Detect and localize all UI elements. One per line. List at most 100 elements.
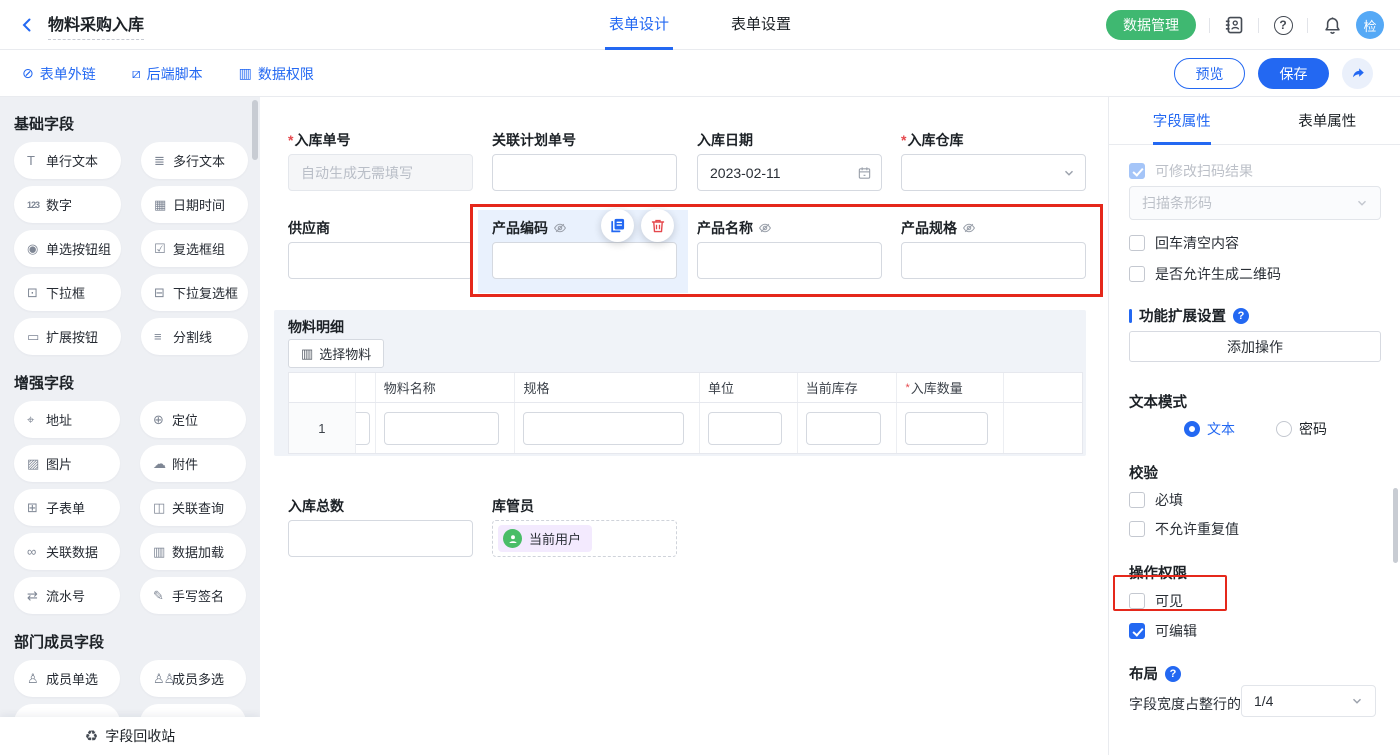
tab-form-design[interactable]: 表单设计 — [605, 0, 673, 50]
sidebar-item-checkbox-group[interactable]: ☑复选框组 — [141, 230, 248, 267]
clipped-cell-input[interactable] — [356, 412, 370, 445]
inbound-no-input — [288, 154, 473, 191]
add-action-button[interactable]: 添加操作 — [1129, 331, 1381, 362]
inbound-qty-input[interactable] — [905, 412, 988, 445]
sidebar-item-radio-group[interactable]: ◉单选按钮组 — [14, 230, 121, 267]
sidebar-item-location[interactable]: ⊕定位 — [140, 401, 246, 438]
sidebar-item-image[interactable]: ▨图片 — [14, 445, 120, 482]
product-spec-input[interactable] — [901, 242, 1086, 279]
tab-form-properties[interactable]: 表单属性 — [1255, 97, 1400, 144]
sidebar-item-address[interactable]: ⌖地址 — [14, 401, 120, 438]
sidebar-item-attachment[interactable]: ☁附件 — [140, 445, 246, 482]
sidebar-item-multi-select[interactable]: ⊟下拉复选框 — [141, 274, 248, 311]
sidebar-item-single-line-text[interactable]: T单行文本 — [14, 142, 121, 179]
checkbox-editable[interactable] — [1129, 623, 1145, 639]
sidebar-item-linked-data[interactable]: ∞关联数据 — [14, 533, 120, 570]
spec-input[interactable] — [523, 412, 684, 445]
subform-title: 物料明细 — [288, 317, 344, 337]
section-permission: 操作权限 — [1129, 562, 1187, 583]
external-link-button[interactable]: ⊘ 表单外链 — [22, 64, 96, 84]
back-icon[interactable] — [18, 16, 36, 34]
warehouse-select[interactable] — [901, 154, 1086, 191]
field-warehouse: *入库仓库 — [901, 132, 1086, 191]
copy-icon — [609, 217, 626, 234]
checkbox-clear-on-enter[interactable] — [1129, 235, 1145, 251]
option-required[interactable]: 必填 — [1129, 490, 1183, 510]
radio-text-mode-text[interactable]: 文本 — [1184, 419, 1235, 439]
sidebar-item-multi-line-text[interactable]: ≣多行文本 — [141, 142, 248, 179]
sidebar-item-subform[interactable]: ⊞子表单 — [14, 489, 120, 526]
number-icon: 123 — [27, 200, 46, 210]
help-icon[interactable]: ? — [1165, 666, 1181, 682]
option-scan-result-editable: 可修改扫码结果 — [1129, 161, 1253, 181]
panel-scrollbar[interactable] — [1393, 488, 1398, 563]
option-visible[interactable]: 可见 — [1129, 591, 1183, 611]
section-layout: 布局 ? — [1129, 663, 1181, 684]
form-toolbar: ⊘ 表单外链 ⧄ 后端脚本 ▥ 数据权限 预览 保存 — [0, 50, 1400, 97]
unit-input[interactable] — [708, 412, 782, 445]
material-name-input[interactable] — [384, 412, 500, 445]
tab-form-settings[interactable]: 表单设置 — [727, 0, 795, 50]
sidebar-item-lookup-query[interactable]: ◫关联查询 — [140, 489, 246, 526]
sidebar-item-signature[interactable]: ✎手写签名 — [140, 577, 246, 614]
scan-type-select: 扫描条形码 — [1129, 186, 1381, 220]
image-icon: ▨ — [27, 456, 46, 472]
tab-field-properties[interactable]: 字段属性 — [1109, 97, 1255, 144]
eye-off-icon — [758, 221, 772, 235]
save-button[interactable]: 保存 — [1258, 58, 1329, 89]
section-extension-settings: 功能扩展设置 ? — [1129, 305, 1249, 326]
sidebar-item-extend-button[interactable]: ▭扩展按钮 — [14, 318, 121, 355]
plan-no-input[interactable] — [492, 154, 677, 191]
page-title[interactable]: 物料采购入库 — [48, 11, 144, 40]
backend-script-button[interactable]: ⧄ 后端脚本 — [132, 64, 203, 84]
preview-button[interactable]: 预览 — [1174, 58, 1245, 89]
sidebar-item-data-load[interactable]: ▥数据加载 — [140, 533, 246, 570]
product-code-input[interactable] — [492, 242, 677, 279]
section-title-enhanced-fields: 增强字段 — [14, 374, 246, 394]
sidebar-item-select[interactable]: ⊡下拉框 — [14, 274, 121, 311]
radio-text-mode-password[interactable]: 密码 — [1276, 419, 1327, 439]
chevron-down-icon — [1356, 197, 1368, 209]
data-permission-button[interactable]: ▥ 数据权限 — [239, 64, 314, 84]
link-data-icon: ∞ — [27, 544, 46, 559]
sidebar-item-number[interactable]: 123数字 — [14, 186, 121, 223]
field-recycle-bin-button[interactable]: ♻ 字段回收站 — [0, 717, 260, 755]
checkbox-required[interactable] — [1129, 492, 1145, 508]
sidebar-item-member-single[interactable]: ♙成员单选 — [14, 660, 120, 697]
trash-icon — [650, 218, 666, 234]
help-icon[interactable]: ? — [1233, 308, 1249, 324]
sidebar-item-member-multi[interactable]: ♙♙成员多选 — [140, 660, 246, 697]
field-width-select[interactable]: 1/4 — [1241, 685, 1376, 717]
property-panel: 字段属性 表单属性 可修改扫码结果 扫描条形码 回车清空内容 是否允许生成二维码… — [1108, 97, 1400, 755]
option-no-duplicate[interactable]: 不允许重复值 — [1129, 519, 1239, 539]
button-icon: ▭ — [27, 329, 46, 345]
checkbox-visible[interactable] — [1129, 593, 1145, 609]
select-material-button[interactable]: ▥ 选择物料 — [288, 339, 384, 368]
sidebar-scrollbar[interactable] — [252, 100, 258, 160]
keeper-member-field[interactable]: 当前用户 — [492, 520, 677, 557]
inbound-total-input[interactable] — [288, 520, 473, 557]
sidebar-item-serial-number[interactable]: ⇄流水号 — [14, 577, 120, 614]
contact-book-icon[interactable] — [1223, 14, 1245, 36]
field-product-spec: 产品规格 — [901, 220, 1086, 279]
delete-field-button[interactable] — [641, 209, 674, 242]
column-header: 规格 — [515, 373, 700, 402]
checkbox-allow-qrcode[interactable] — [1129, 266, 1145, 282]
copy-field-button[interactable] — [601, 209, 634, 242]
option-allow-qrcode[interactable]: 是否允许生成二维码 — [1129, 264, 1281, 284]
option-clear-on-enter[interactable]: 回车清空内容 — [1129, 233, 1239, 253]
subform-material-detail[interactable]: 物料明细 ▥ 选择物料 物料名称 规格 单位 当前库存 *入库数量 1 — [274, 310, 1086, 456]
option-editable[interactable]: 可编辑 — [1129, 621, 1197, 641]
sidebar-item-divider-line[interactable]: ≡分割线 — [141, 318, 248, 355]
help-icon[interactable]: ? — [1272, 14, 1294, 36]
notification-bell-icon[interactable] — [1321, 14, 1343, 36]
product-name-input[interactable] — [697, 242, 882, 279]
share-button[interactable] — [1342, 58, 1373, 89]
avatar[interactable]: 检 — [1356, 11, 1384, 39]
supplier-input[interactable] — [288, 242, 473, 279]
inbound-date-input[interactable] — [697, 154, 882, 191]
sidebar-item-datetime[interactable]: ▦日期时间 — [141, 186, 248, 223]
checkbox-no-duplicate[interactable] — [1129, 521, 1145, 537]
current-stock-input[interactable] — [806, 412, 882, 445]
data-manage-button[interactable]: 数据管理 — [1106, 10, 1196, 40]
